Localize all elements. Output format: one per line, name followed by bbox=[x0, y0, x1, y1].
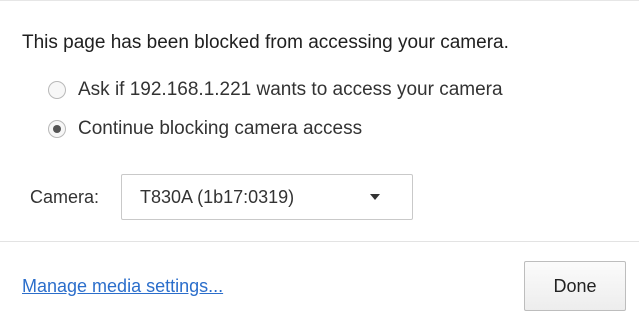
continue-blocking-label: Continue blocking camera access bbox=[78, 118, 363, 139]
ask-radio-button[interactable] bbox=[48, 81, 66, 99]
camera-dropdown[interactable]: T830A (1b17:0319) bbox=[121, 174, 414, 220]
manage-media-settings-link[interactable]: Manage media settings... bbox=[22, 274, 223, 298]
chevron-down-icon bbox=[370, 194, 381, 200]
footer-divider bbox=[0, 241, 639, 242]
continue-blocking-radio-button[interactable] bbox=[48, 120, 66, 138]
ask-permission-option[interactable]: Ask if 192.168.1.221 wants to access you… bbox=[48, 78, 503, 102]
camera-selection-row: Camera: T830A (1b17:0319) bbox=[30, 174, 414, 220]
ask-option-label: Ask if 192.168.1.221 wants to access you… bbox=[78, 79, 503, 100]
dialog-heading: This page has been blocked from accessin… bbox=[22, 32, 509, 53]
camera-permission-bubble: This page has been blocked from accessin… bbox=[0, 0, 639, 318]
done-button[interactable]: Done bbox=[524, 261, 626, 311]
continue-blocking-option[interactable]: Continue blocking camera access bbox=[48, 117, 362, 141]
camera-label: Camera: bbox=[30, 187, 100, 207]
camera-selected-value: T830A (1b17:0319) bbox=[140, 187, 295, 207]
